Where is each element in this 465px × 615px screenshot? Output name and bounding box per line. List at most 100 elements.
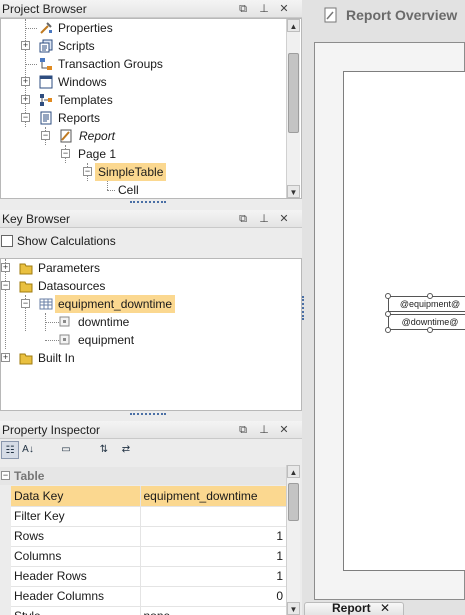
close-icon[interactable]: ✕ — [277, 0, 291, 18]
tree-item-label: Cell — [118, 183, 139, 197]
property-value[interactable]: 1 — [140, 566, 286, 587]
design-canvas[interactable]: @equipment@ @downtime@ — [314, 42, 465, 600]
property-row-data-key[interactable]: Data Key equipment_downtime — [0, 486, 286, 507]
collapse-icon[interactable]: − — [83, 167, 92, 176]
property-table: Data Key equipment_downtime Filter Key R… — [0, 486, 286, 615]
expand-icon[interactable]: + — [21, 95, 30, 104]
show-calculations-checkbox[interactable] — [1, 235, 13, 247]
close-icon[interactable]: ✕ — [380, 601, 390, 615]
property-name: Header Rows — [11, 566, 141, 587]
splitter-handle[interactable] — [302, 296, 304, 320]
tree-guide — [107, 190, 115, 191]
key-item-parameters[interactable]: + Parameters — [1, 259, 301, 277]
tree-item-label: Page 1 — [78, 147, 117, 161]
expand-icon[interactable]: + — [21, 77, 30, 86]
expand-icon[interactable]: + — [1, 353, 10, 362]
key-browser-header: Key Browser ⧉ ⊥ ✕ — [0, 210, 302, 228]
property-row-style[interactable]: Style none — [0, 606, 286, 615]
tree-item-simpletable[interactable]: − SimpleTable — [1, 163, 287, 181]
left-dock: Project Browser ⧉ ⊥ ✕ Properties + Scrip… — [0, 0, 302, 615]
categorized-icon[interactable]: ☷ — [1, 441, 19, 459]
category-table[interactable]: − Table — [0, 467, 286, 485]
tree-item-reports[interactable]: − Reports — [1, 109, 287, 127]
scroll-up-icon[interactable]: ▲ — [287, 19, 300, 32]
tree-item-properties[interactable]: Properties — [1, 19, 287, 37]
splitter-handle[interactable] — [130, 413, 166, 416]
reports-icon — [40, 111, 52, 125]
key-item-equipment[interactable]: equipment — [1, 331, 301, 349]
scroll-up-icon[interactable]: ▲ — [287, 465, 300, 478]
tree-item-templates[interactable]: + Templates — [1, 91, 287, 109]
tree-item-label: Datasources — [38, 279, 106, 293]
report-bottom-tab[interactable]: Report ✕ — [332, 601, 390, 615]
collapse-icon[interactable]: − — [1, 281, 10, 290]
close-icon[interactable]: ✕ — [277, 210, 291, 228]
property-row-header-rows[interactable]: Header Rows 1 — [0, 566, 286, 587]
property-value[interactable]: 1 — [140, 546, 286, 567]
pin-icon[interactable]: ⊥ — [257, 421, 271, 439]
float-icon[interactable]: ⧉ — [236, 210, 250, 228]
resize-handle[interactable] — [385, 327, 391, 333]
collapse-icon[interactable]: − — [41, 131, 50, 140]
tree-item-scripts[interactable]: + Scripts — [1, 37, 287, 55]
scroll-down-icon[interactable]: ▼ — [287, 602, 300, 615]
property-inspector-scrollbar[interactable]: ▲ ▼ — [286, 465, 300, 615]
property-name: Header Columns — [11, 586, 141, 607]
report-overview-label: Report Overview — [346, 7, 458, 23]
resize-handle[interactable] — [427, 327, 433, 333]
expand-icon[interactable]: + — [21, 41, 30, 50]
key-item-downtime[interactable]: downtime — [1, 313, 301, 331]
project-browser-header: Project Browser ⧉ ⊥ ✕ — [0, 0, 302, 18]
property-name: Data Key — [11, 486, 141, 507]
templates-icon — [40, 94, 52, 106]
project-browser-tree: Properties + Scripts Transaction Groups … — [0, 18, 302, 199]
report-element-equipment[interactable]: @equipment@ — [388, 296, 465, 312]
collapse-icon[interactable]: − — [1, 471, 10, 480]
tree-item-cell[interactable]: Cell — [1, 181, 287, 198]
collapse-icon[interactable]: − — [21, 299, 30, 308]
scroll-thumb[interactable] — [288, 53, 299, 133]
collapse-icon[interactable]: − — [21, 113, 30, 122]
expand-icon[interactable]: ▭ — [57, 441, 75, 459]
collapse-icon[interactable]: ⇄ — [117, 441, 135, 459]
property-value[interactable]: 0 — [140, 586, 286, 607]
property-row-header-columns[interactable]: Header Columns 0 — [0, 586, 286, 607]
float-icon[interactable]: ⧉ — [236, 0, 250, 18]
splitter-handle[interactable] — [130, 201, 166, 204]
project-browser-scrollbar[interactable]: ▲ ▼ — [286, 19, 300, 198]
close-icon[interactable]: ✕ — [277, 421, 291, 439]
property-row-rows[interactable]: Rows 1 — [0, 526, 286, 547]
sort-alpha-icon[interactable]: A↓ — [19, 441, 37, 459]
scroll-thumb[interactable] — [288, 483, 299, 521]
field-icon — [59, 334, 70, 345]
resize-handle[interactable] — [385, 311, 391, 317]
key-item-equipment-downtime[interactable]: − equipment_downtime — [1, 295, 301, 313]
collapse-icon[interactable]: − — [61, 149, 70, 158]
property-row-filter-key[interactable]: Filter Key — [0, 506, 286, 527]
pin-icon[interactable]: ⊥ — [257, 210, 271, 228]
tree-item-windows[interactable]: + Windows — [1, 73, 287, 91]
tree-item-transaction-groups[interactable]: Transaction Groups — [1, 55, 287, 73]
key-item-built-in[interactable]: + Built In — [1, 349, 301, 367]
property-value[interactable]: equipment_downtime — [140, 486, 286, 507]
row-gutter — [0, 586, 11, 607]
tree-item-report[interactable]: − Report — [1, 127, 287, 145]
key-item-datasources[interactable]: − Datasources — [1, 277, 301, 295]
pin-icon[interactable]: ⊥ — [257, 0, 271, 18]
resize-handle[interactable] — [385, 293, 391, 299]
sort-up-down-icon[interactable]: ⇅ — [95, 441, 113, 459]
property-value[interactable]: none — [140, 606, 286, 615]
tree-item-page-1[interactable]: − Page 1 — [1, 145, 287, 163]
float-icon[interactable]: ⧉ — [236, 421, 250, 439]
scroll-down-icon[interactable]: ▼ — [287, 185, 300, 198]
expand-icon[interactable]: + — [1, 263, 10, 272]
resize-handle[interactable] — [427, 293, 433, 299]
show-calculations-toggle[interactable]: Show Calculations — [0, 232, 200, 250]
folder-icon — [19, 281, 33, 293]
row-gutter — [0, 566, 11, 587]
property-value[interactable] — [140, 506, 286, 527]
property-value[interactable]: 1 — [140, 526, 286, 547]
property-row-columns[interactable]: Columns 1 — [0, 546, 286, 567]
report-page[interactable]: @equipment@ @downtime@ — [343, 71, 465, 571]
tree-item-label: Parameters — [38, 261, 101, 275]
